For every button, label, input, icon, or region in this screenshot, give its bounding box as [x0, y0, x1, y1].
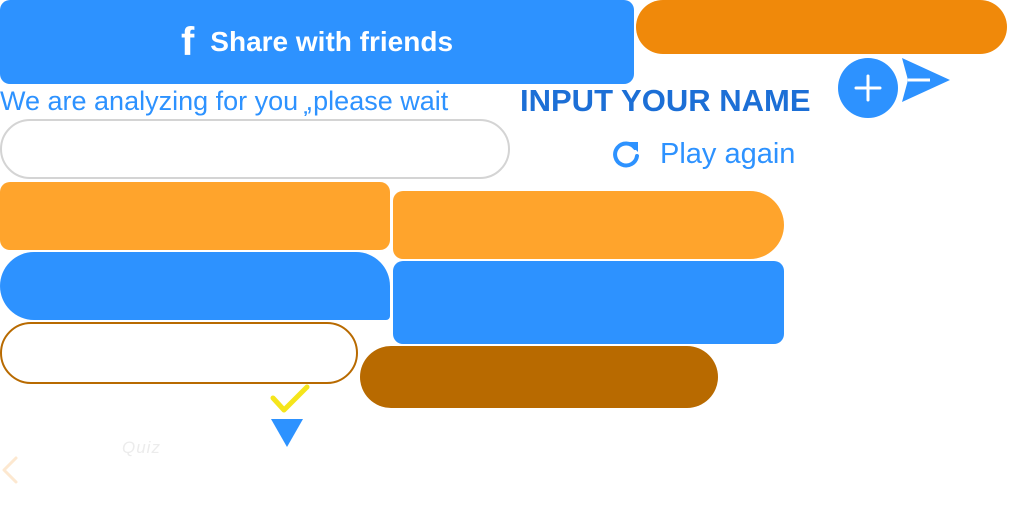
top-orange-button[interactable]	[636, 0, 1007, 54]
option-button-2[interactable]	[393, 191, 784, 259]
option-button-4[interactable]	[393, 261, 784, 344]
input-name-title: INPUT YOUR NAME	[520, 83, 811, 118]
option-button-1[interactable]	[0, 182, 390, 250]
chevron-left-icon[interactable]	[0, 455, 20, 485]
down-triangle-icon[interactable]	[270, 416, 304, 448]
plus-icon	[854, 74, 882, 102]
submit-button[interactable]	[360, 346, 718, 408]
answer-field[interactable]	[0, 322, 358, 384]
check-icon	[270, 384, 310, 413]
send-arrow-icon[interactable]	[900, 56, 952, 104]
share-with-friends-button[interactable]: f Share with friends	[0, 0, 634, 84]
facebook-icon: f	[180, 20, 195, 64]
share-button-label: Share with friends	[210, 26, 454, 57]
quiz-watermark: Quiz	[122, 438, 161, 457]
analyzing-status-text: We are analyzing for you ̦,please wait	[0, 86, 449, 116]
add-button[interactable]	[838, 58, 898, 118]
name-input[interactable]	[0, 119, 510, 179]
play-again-button[interactable]: Play again	[610, 135, 795, 173]
option-button-3[interactable]	[0, 252, 390, 320]
play-again-label: Play again	[660, 137, 796, 170]
refresh-icon	[613, 141, 639, 168]
